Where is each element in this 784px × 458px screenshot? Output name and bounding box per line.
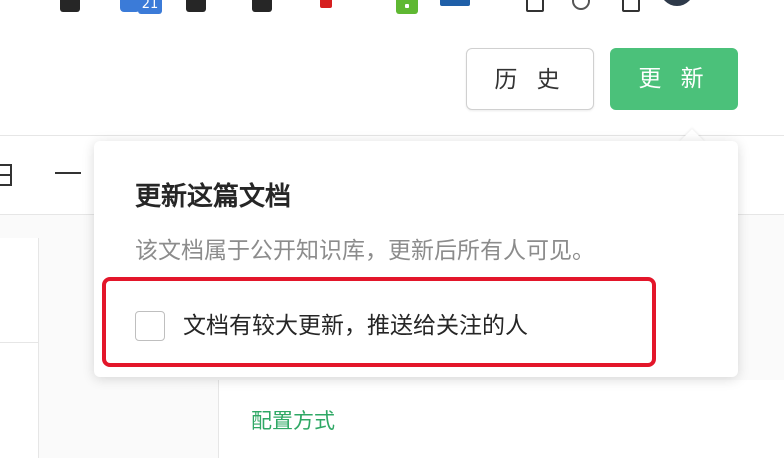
bookmark-icon[interactable] [526,0,544,12]
popover-title: 更新这篇文档 [135,182,292,212]
bookmark-icon[interactable] [320,0,332,8]
history-button[interactable]: 历 史 [466,48,594,110]
table-icon[interactable] [0,164,12,186]
bookmark-icon[interactable] [252,0,272,12]
bookmark-icon[interactable] [572,0,590,10]
bookmark-icon[interactable] [60,0,80,12]
push-to-followers-label[interactable]: 文档有较大更新，推送给关注的人 [183,308,528,344]
update-button[interactable]: 更 新 [610,48,738,110]
push-to-followers-checkbox[interactable] [135,311,165,341]
bookmark-icon[interactable] [440,0,470,6]
bookmark-icon[interactable] [396,0,418,14]
config-method-link[interactable]: 配置方式 [251,405,335,437]
popover-description: 该文档属于公开知识库，更新后所有人可见。 [135,238,595,264]
avatar[interactable] [660,0,694,6]
app-header: 历 史 更 新 [0,22,784,136]
browser-bookmark-bar: 21 [0,0,784,23]
calendar-date-badge[interactable]: 21 [138,0,162,14]
bookmark-icon[interactable] [120,0,140,12]
bookmark-icon[interactable] [622,0,640,12]
bookmark-icon[interactable] [186,0,206,12]
horizontal-rule-icon[interactable] [55,172,81,174]
panel-divider [0,342,38,343]
outline-panel [0,238,39,458]
